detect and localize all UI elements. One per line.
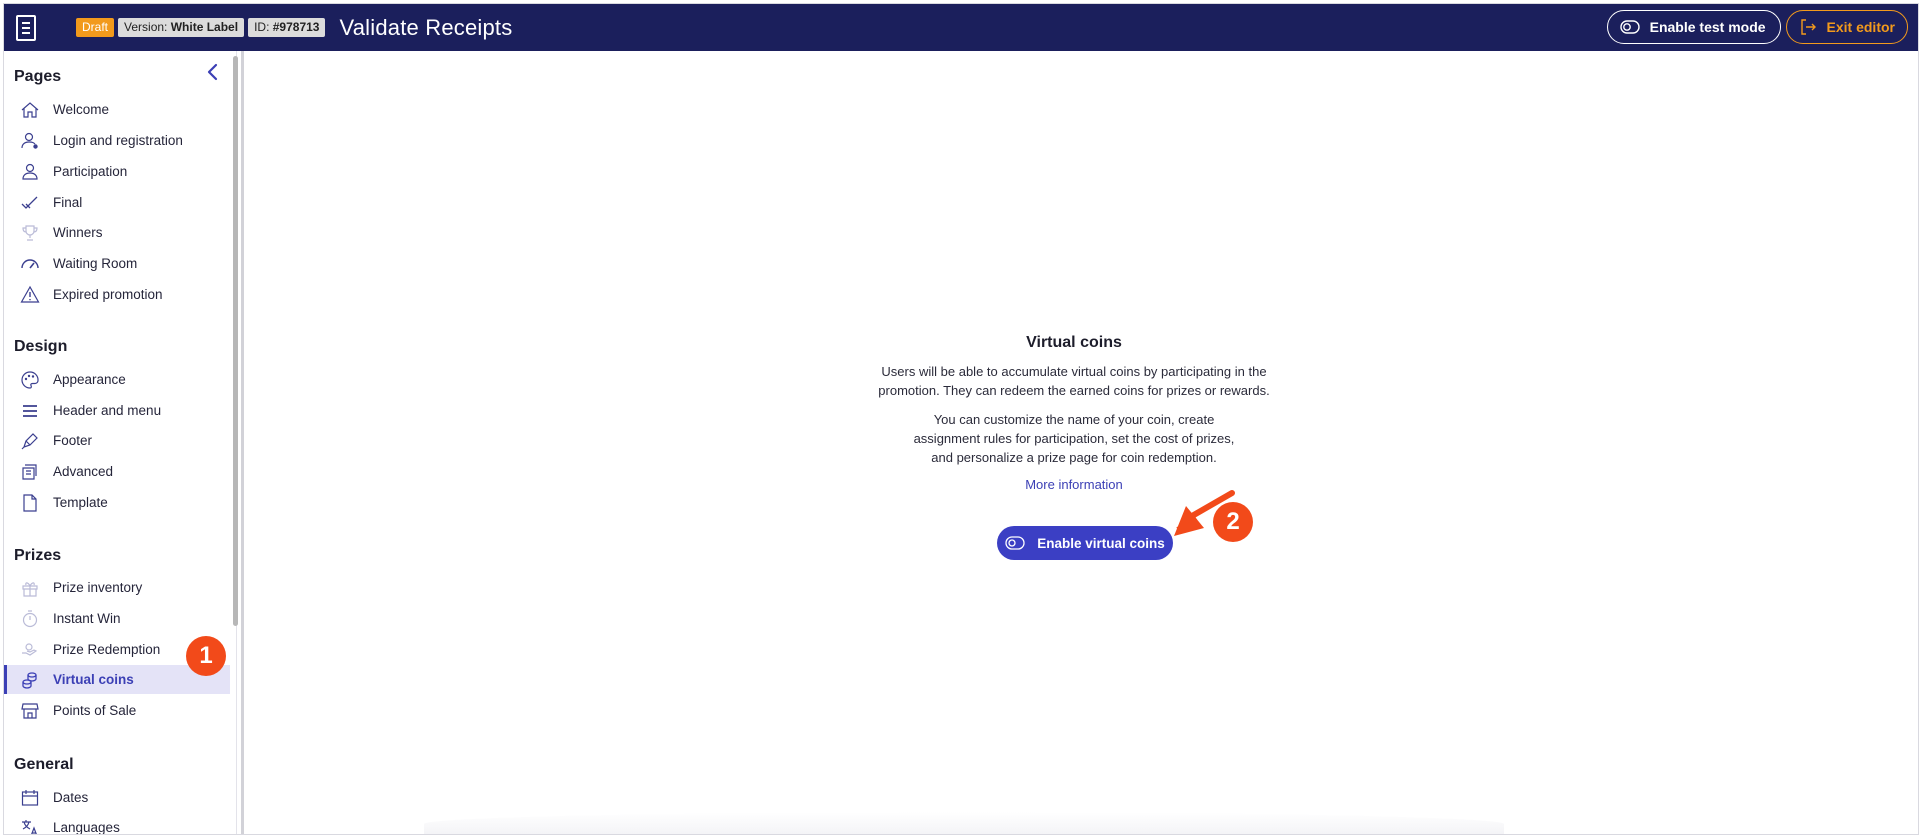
details-line: assignment rules for participation, set … [913,431,1235,446]
section-title-pages: Pages [14,68,62,85]
stopwatch-icon [20,609,40,629]
code-scroll-icon [20,462,40,482]
virtual-coins-details: You can customize the name of your coin,… [864,410,1284,467]
draft-badge: Draft [76,18,115,37]
sidebar-item-advanced[interactable]: Advanced [4,457,230,486]
exit-icon [1800,19,1816,35]
page-title: Validate Receipts [339,14,513,40]
sidebar-item-label: Login and registration [53,133,183,148]
home-icon [20,100,40,120]
gauge-icon [20,254,40,274]
sidebar-item-prize-inventory[interactable]: Prize inventory [4,573,230,602]
exit-editor-label: Exit editor [1826,19,1895,35]
sidebar-item-final[interactable]: Final [4,188,230,217]
store-icon [20,701,40,721]
enable-test-mode-label: Enable test mode [1649,19,1766,35]
sidebar-item-points-of-sale[interactable]: Points of Sale [4,696,230,725]
toggle-icon [1619,20,1640,34]
sidebar-item-label: Header and menu [53,403,162,418]
sidebar: Pages Welcome Login and registration Par… [4,51,237,835]
sidebar-scrollbar[interactable] [233,56,238,626]
sidebar-item-label: Footer [53,433,93,448]
trophy-icon [20,223,40,243]
sidebar-item-footer[interactable]: Footer [4,426,230,455]
section-title-prizes: Prizes [14,547,62,564]
sidebar-item-label: Prize Redemption [53,642,161,657]
description-line: Users will be able to accumulate virtual… [881,364,1267,379]
sidebar-item-template[interactable]: Template [4,488,230,517]
sidebar-item-label: Appearance [53,372,126,387]
section-title-design: Design [14,338,68,355]
topbar-actions: Enable test mode Exit editor [1606,10,1908,44]
sidebar-item-languages[interactable]: Languages [4,813,230,835]
redemption-icon [20,640,40,660]
menu-lines-icon [20,401,40,421]
version-prefix: Version: [124,20,168,34]
sidebar-item-expired-promotion[interactable]: Expired promotion [4,280,230,309]
top-bar: Draft Version: White Label ID: #978713 V… [4,4,1918,51]
sidebar-item-winners[interactable]: Winners [4,218,230,247]
calendar-icon [20,788,40,808]
sidebar-item-label: Instant Win [53,611,121,626]
virtual-coins-description: Users will be able to accumulate virtual… [864,362,1284,400]
sidebar-item-participation[interactable]: Participation [4,157,230,186]
user-participation-icon [20,162,40,182]
sidebar-item-label: Waiting Room [53,256,138,271]
sidebar-item-appearance[interactable]: Appearance [4,365,230,394]
sidebar-item-label: Expired promotion [53,287,163,302]
translate-icon [20,818,40,834]
id-prefix: ID: [254,20,270,34]
version-value: White Label [170,20,239,34]
pen-icon [20,431,40,451]
virtual-coins-title: Virtual coins [1026,334,1122,351]
sidebar-item-label: Final [53,195,83,210]
description-line: promotion. They can redeem the earned co… [878,383,1270,398]
enable-virtual-coins-label: Enable virtual coins [1037,535,1165,551]
sidebar-item-label: Points of Sale [53,703,137,718]
sidebar-item-label: Template [53,495,108,510]
document-icon [20,493,40,513]
user-login-icon [20,131,40,151]
receipt-logo-icon[interactable] [16,14,36,41]
sidebar-item-label: Advanced [53,464,114,479]
enable-virtual-coins-button[interactable]: Enable virtual coins [997,526,1173,560]
warning-icon [20,285,40,305]
sidebar-item-label: Participation [53,164,128,179]
id-badge: ID: #978713 [248,18,326,37]
exit-editor-button[interactable]: Exit editor [1785,10,1908,44]
sidebar-item-login[interactable]: Login and registration [4,126,230,155]
sidebar-item-header-menu[interactable]: Header and menu [4,396,230,425]
double-check-icon [20,193,40,213]
details-line: and personalize a prize page for coin re… [931,450,1217,465]
sidebar-item-dates[interactable]: Dates [4,783,230,812]
sidebar-item-label: Prize inventory [53,580,143,595]
coins-icon [20,670,40,690]
app-window: Draft Version: White Label ID: #978713 V… [3,3,1919,835]
enable-test-mode-button[interactable]: Enable test mode [1606,10,1781,44]
sidebar-item-label: Virtual coins [53,672,134,687]
sidebar-item-label: Dates [53,790,89,805]
palette-icon [20,370,40,390]
bottom-shadow [424,812,1504,834]
version-badge: Version: White Label [118,18,245,37]
gift-icon [20,578,40,598]
virtual-coins-empty-state: Virtual coins Users will be able to accu… [864,334,1284,492]
id-value: #978713 [272,20,320,34]
sidebar-item-label: Languages [53,820,120,835]
sidebar-item-instant-win[interactable]: Instant Win [4,604,230,633]
annotation-marker-2: 2 [1213,502,1253,542]
sidebar-item-label: Winners [53,225,103,240]
collapse-sidebar-icon[interactable] [204,63,222,81]
details-line: You can customize the name of your coin,… [933,412,1215,427]
toggle-icon [1005,536,1025,550]
sidebar-item-waiting-room[interactable]: Waiting Room [4,249,230,278]
annotation-marker-1: 1 [186,636,226,676]
sidebar-item-welcome[interactable]: Welcome [4,95,230,124]
section-title-general: General [14,756,74,773]
main-divider [241,51,244,834]
sidebar-item-label: Welcome [53,102,110,117]
